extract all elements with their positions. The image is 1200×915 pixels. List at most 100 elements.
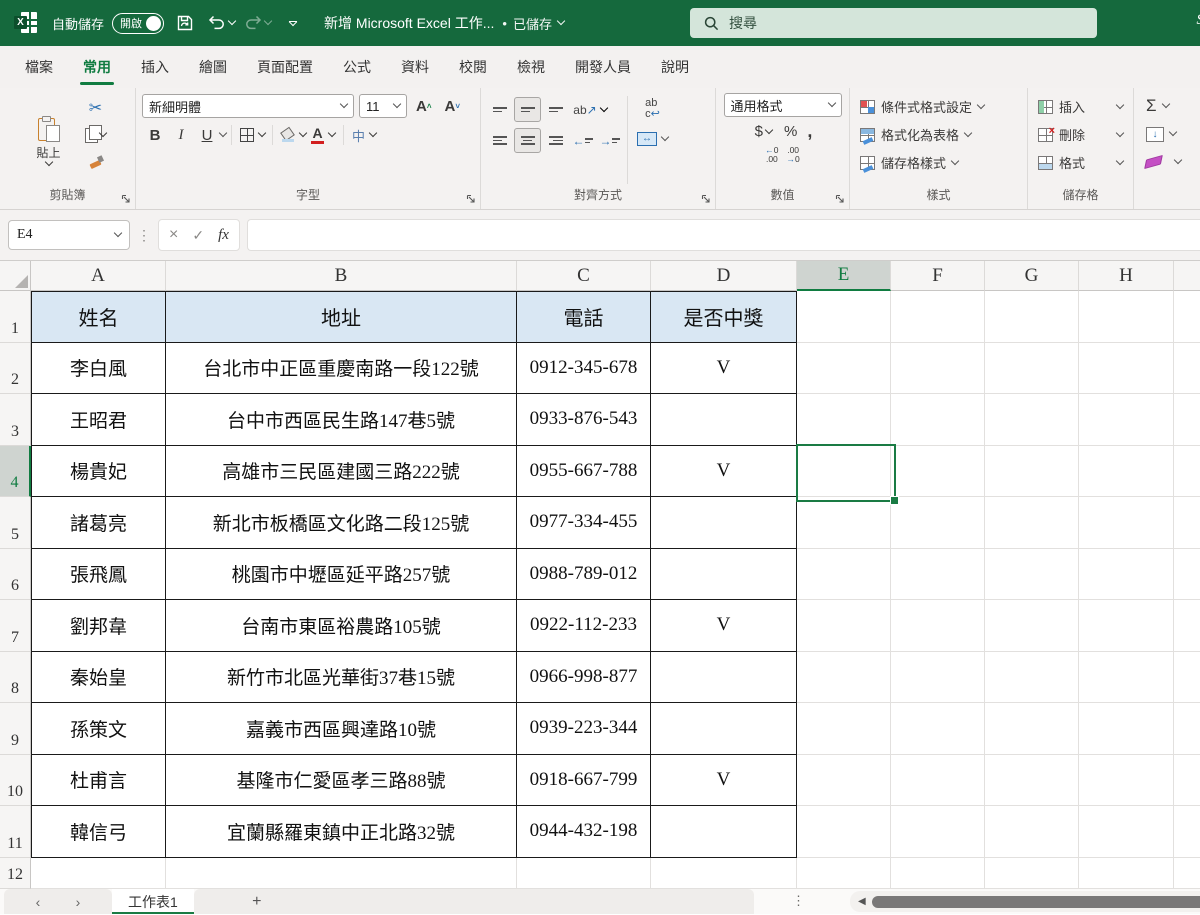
cell-A5[interactable]: 諸葛亮 [31, 497, 166, 549]
cell-F3[interactable] [891, 394, 985, 446]
save-button[interactable] [170, 8, 200, 38]
tab-頁面配置[interactable]: 頁面配置 [242, 46, 328, 88]
cell-A4[interactable]: 楊貴妃 [31, 446, 166, 498]
tab-校閱[interactable]: 校閱 [444, 46, 502, 88]
copy-button[interactable] [81, 123, 111, 147]
cell-D11[interactable] [651, 806, 797, 858]
cell-C2[interactable]: 0912-345-678 [517, 343, 651, 395]
font-size-combo[interactable]: 11 [359, 94, 407, 118]
cell-B12[interactable] [166, 858, 517, 890]
cell-H8[interactable] [1079, 652, 1174, 704]
align-left-button[interactable] [487, 129, 512, 152]
cell-H5[interactable] [1079, 497, 1174, 549]
cell-D1[interactable]: 是否中獎 [651, 291, 797, 343]
italic-button[interactable]: I [168, 123, 194, 147]
add-sheet-button[interactable]: + [242, 892, 272, 912]
scroll-left-icon[interactable]: ◀ [858, 896, 866, 907]
percent-button[interactable]: % [784, 123, 797, 140]
undo-button[interactable] [206, 8, 236, 38]
cell-B7[interactable]: 台南市東區裕農路105號 [166, 600, 517, 652]
cell-A7[interactable]: 劉邦韋 [31, 600, 166, 652]
cell-D7[interactable]: V [651, 600, 797, 652]
scrollbar-thumb[interactable] [872, 896, 1200, 908]
cell-I4[interactable] [1174, 446, 1200, 498]
cell-B2[interactable]: 台北市中正區重慶南路一段122號 [166, 343, 517, 395]
cell-G7[interactable] [985, 600, 1079, 652]
paste-button[interactable]: 貼上 [25, 94, 73, 186]
cell-A10[interactable]: 杜甫言 [31, 755, 166, 807]
quick-access-more-button[interactable] [278, 8, 308, 38]
document-title[interactable]: 新增 Microsoft Excel 工作... • 已儲存 [324, 13, 564, 33]
number-dialog-launcher[interactable] [835, 194, 845, 204]
cell-F12[interactable] [891, 858, 985, 890]
cell-F4[interactable] [891, 446, 985, 498]
decrease-decimal-button[interactable]: .00→0 [787, 146, 800, 165]
bold-button[interactable]: B [142, 123, 168, 147]
cell-F10[interactable] [891, 755, 985, 807]
autosave-toggle[interactable]: 開啟 [112, 13, 164, 34]
cell-C9[interactable]: 0939-223-344 [517, 703, 651, 755]
cell-I3[interactable] [1174, 394, 1200, 446]
prev-sheet-button[interactable]: ‹ [28, 894, 48, 910]
cancel-icon[interactable]: × [169, 226, 178, 244]
clear-button[interactable] [1140, 150, 1187, 174]
cell-C11[interactable]: 0944-432-198 [517, 806, 651, 858]
selected-cell-E4[interactable] [796, 444, 896, 502]
tab-繪圖[interactable]: 繪圖 [184, 46, 242, 88]
cell-E9[interactable] [797, 703, 891, 755]
row-header-10[interactable]: 10 [0, 755, 31, 807]
row-header-5[interactable]: 5 [0, 497, 31, 549]
cell-G1[interactable] [985, 291, 1079, 343]
formula-bar-resizer[interactable]: ⋮ [137, 227, 151, 244]
orientation-button[interactable]: ab↗ [570, 98, 610, 121]
cell-C3[interactable]: 0933-876-543 [517, 394, 651, 446]
cell-G9[interactable] [985, 703, 1079, 755]
row-header-9[interactable]: 9 [0, 703, 31, 755]
comma-button[interactable]: , [807, 121, 812, 142]
clipboard-dialog-launcher[interactable] [121, 194, 131, 204]
column-header-E[interactable]: E [797, 261, 891, 291]
cell-I2[interactable] [1174, 343, 1200, 395]
tab-資料[interactable]: 資料 [386, 46, 444, 88]
cell-H1[interactable] [1079, 291, 1174, 343]
font-color-button[interactable]: A [308, 123, 338, 147]
merge-center-button[interactable]: ↔ [633, 130, 672, 148]
cell-A9[interactable]: 孫策文 [31, 703, 166, 755]
cell-G6[interactable] [985, 549, 1079, 601]
cell-E2[interactable] [797, 343, 891, 395]
cell-E10[interactable] [797, 755, 891, 807]
cell-E1[interactable] [797, 291, 891, 343]
cell-B1[interactable]: 地址 [166, 291, 517, 343]
cell-B10[interactable]: 基隆市仁愛區孝三路88號 [166, 755, 517, 807]
cell-A2[interactable]: 李白風 [31, 343, 166, 395]
cut-button[interactable]: ✂ [81, 96, 111, 120]
column-header-F[interactable]: F [891, 261, 985, 291]
cell-G11[interactable] [985, 806, 1079, 858]
row-header-4[interactable]: 4 [0, 446, 31, 498]
format-as-table-button[interactable]: 格式化為表格 [856, 122, 1021, 147]
sheet-tab-active[interactable]: 工作表1 [112, 889, 194, 914]
cell-D3[interactable] [651, 394, 797, 446]
cell-B5[interactable]: 新北市板橋區文化路二段125號 [166, 497, 517, 549]
cell-C12[interactable] [517, 858, 651, 890]
cell-H11[interactable] [1079, 806, 1174, 858]
conditional-formatting-button[interactable]: 條件式格式設定 [856, 94, 1021, 119]
cell-G3[interactable] [985, 394, 1079, 446]
borders-button[interactable] [237, 123, 267, 147]
autosum-button[interactable]: Σ [1140, 94, 1187, 118]
alignment-dialog-launcher[interactable] [701, 194, 711, 204]
cell-I6[interactable] [1174, 549, 1200, 601]
fill-color-button[interactable] [278, 123, 308, 147]
cell-H7[interactable] [1079, 600, 1174, 652]
column-header-D[interactable]: D [651, 261, 797, 291]
cell-A8[interactable]: 秦始皇 [31, 652, 166, 704]
font-name-combo[interactable]: 新細明體 [142, 94, 354, 118]
search-input[interactable]: 搜尋 [690, 8, 1097, 38]
align-bottom-button[interactable] [543, 98, 568, 121]
cell-F6[interactable] [891, 549, 985, 601]
cell-C5[interactable]: 0977-334-455 [517, 497, 651, 549]
font-dialog-launcher[interactable] [466, 194, 476, 204]
tab-splitter[interactable]: ⋮ [792, 893, 805, 909]
cell-C7[interactable]: 0922-112-233 [517, 600, 651, 652]
cell-G4[interactable] [985, 446, 1079, 498]
